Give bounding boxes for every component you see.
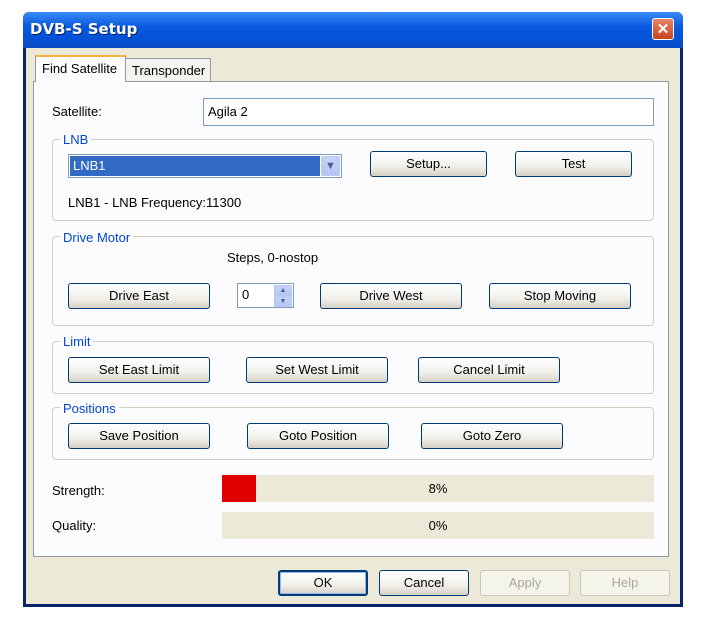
drive-west-button[interactable]: Drive West bbox=[320, 283, 462, 309]
spin-down-icon[interactable]: ▼ bbox=[274, 296, 292, 307]
apply-button[interactable]: Apply bbox=[480, 570, 570, 596]
help-button[interactable]: Help bbox=[580, 570, 670, 596]
lnb-group-title: LNB bbox=[60, 132, 92, 147]
chevron-down-icon[interactable]: ▼ bbox=[321, 156, 340, 176]
strength-value: 8% bbox=[428, 481, 448, 496]
satellite-input[interactable]: Agila 2 bbox=[203, 98, 654, 126]
goto-position-button[interactable]: Goto Position bbox=[247, 423, 389, 449]
spin-up-icon[interactable]: ▲ bbox=[274, 285, 292, 296]
close-icon[interactable]: ✕ bbox=[652, 18, 674, 40]
ok-button[interactable]: OK bbox=[278, 570, 368, 596]
set-west-limit-button[interactable]: Set West Limit bbox=[246, 357, 388, 383]
drive-motor-group bbox=[52, 236, 654, 326]
drive-motor-group-title: Drive Motor bbox=[60, 230, 134, 245]
strength-label: Strength: bbox=[52, 483, 105, 498]
cancel-button[interactable]: Cancel bbox=[379, 570, 469, 596]
steps-label: Steps, 0-nostop bbox=[227, 250, 319, 265]
tab-find-satellite[interactable]: Find Satellite bbox=[35, 55, 126, 82]
quality-bar: 0% bbox=[222, 512, 654, 539]
lnb-info: LNB1 - LNB Frequency:11300 bbox=[68, 195, 242, 210]
strength-bar-fill bbox=[222, 475, 256, 502]
save-position-button[interactable]: Save Position bbox=[68, 423, 210, 449]
satellite-label: Satellite: bbox=[52, 104, 102, 119]
stop-moving-button[interactable]: Stop Moving bbox=[489, 283, 631, 309]
strength-bar: 8% bbox=[222, 475, 654, 502]
drive-east-button[interactable]: Drive East bbox=[68, 283, 210, 309]
set-east-limit-button[interactable]: Set East Limit bbox=[68, 357, 210, 383]
limit-group-title: Limit bbox=[60, 334, 94, 349]
quality-value: 0% bbox=[428, 518, 448, 533]
goto-zero-button[interactable]: Goto Zero bbox=[421, 423, 563, 449]
lnb-select-value: LNB1 bbox=[70, 156, 320, 176]
lnb-setup-button[interactable]: Setup... bbox=[370, 151, 487, 177]
window-title: DVB-S Setup bbox=[30, 20, 138, 38]
tab-transponder[interactable]: Transponder bbox=[125, 58, 211, 81]
steps-value: 0 bbox=[242, 287, 250, 302]
quality-label: Quality: bbox=[52, 518, 97, 533]
lnb-test-button[interactable]: Test bbox=[515, 151, 632, 177]
cancel-limit-button[interactable]: Cancel Limit bbox=[418, 357, 560, 383]
positions-group-title: Positions bbox=[60, 401, 119, 416]
